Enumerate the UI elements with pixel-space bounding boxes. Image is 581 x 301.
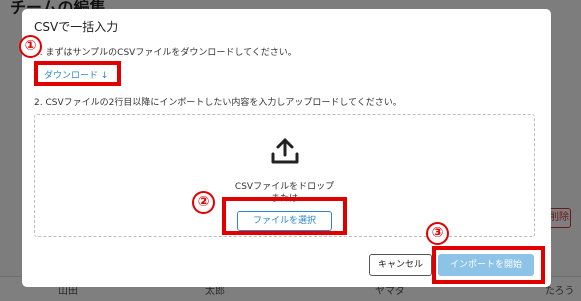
step2-instruction: 2. CSVファイルの2行目以降にインポートしたい内容を入力しアップロードしてく… [34, 98, 402, 108]
annotation-highlight-2 [222, 197, 347, 235]
cancel-button[interactable]: キャンセル [369, 254, 432, 276]
step1-instruction: 1. まずはサンプルのCSVファイルをダウンロードしてください。 [34, 48, 297, 58]
upload-icon [271, 138, 299, 164]
annotation-marker-3: ③ [426, 222, 449, 245]
annotation-marker-1: ① [19, 35, 42, 58]
annotation-marker-2: ② [192, 191, 215, 214]
annotation-highlight-1 [34, 61, 121, 86]
modal-title: CSVで一括入力 [34, 20, 119, 34]
annotation-highlight-3 [432, 246, 545, 284]
